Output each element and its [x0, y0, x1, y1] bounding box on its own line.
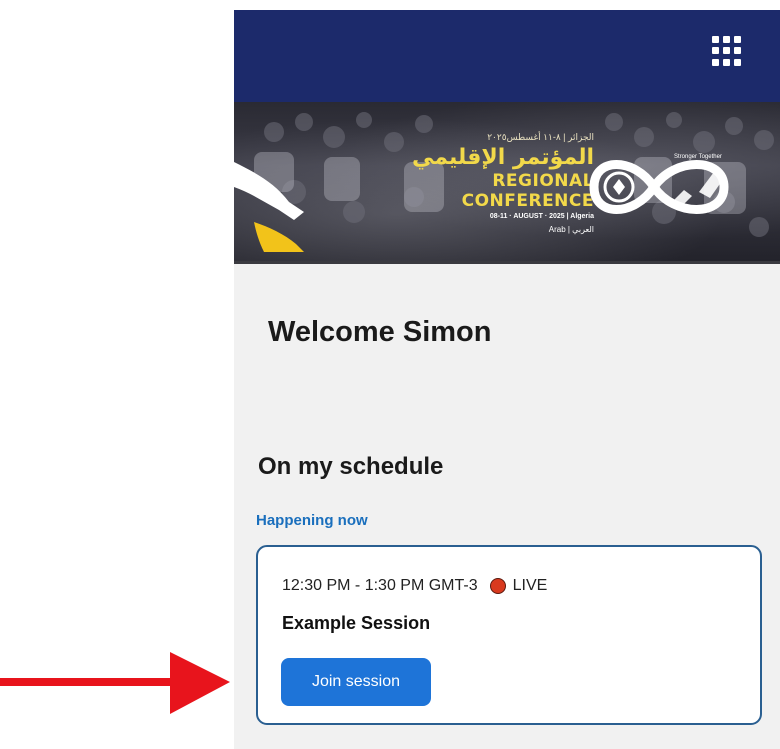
conference-banner: الجزائر | ٨-١١ أغسطس٢٠٢٥ المؤتمر الإقليم… [234, 102, 780, 264]
session-title: Example Session [282, 613, 431, 633]
join-session-button[interactable]: Join session [281, 658, 431, 706]
live-status: LIVE [512, 577, 548, 594]
hands-graphic [234, 162, 304, 252]
session-card[interactable]: 12:30 PM - 1:30 PM GMT-3 LIVE Example Se… [256, 545, 762, 725]
live-indicator-icon [489, 578, 506, 594]
welcome-heading: Welcome Simon [268, 316, 492, 348]
schedule-heading: On my schedule [258, 453, 444, 480]
happening-now-label: Happening now [256, 512, 368, 529]
top-app-bar [234, 10, 780, 102]
infinity-logo: Stronger Together [589, 154, 729, 214]
session-time-row: 12:30 PM - 1:30 PM GMT-3 LIVE [282, 577, 547, 595]
session-time: 12:30 PM - 1:30 PM GMT-3 [282, 577, 478, 594]
app-screen: الجزائر | ٨-١١ أغسطس٢٠٢٥ المؤتمر الإقليم… [234, 10, 780, 749]
logo-caption: Stronger Together [674, 154, 722, 160]
grid-menu-icon[interactable] [712, 36, 742, 66]
red-arrow-annotation [0, 652, 230, 714]
